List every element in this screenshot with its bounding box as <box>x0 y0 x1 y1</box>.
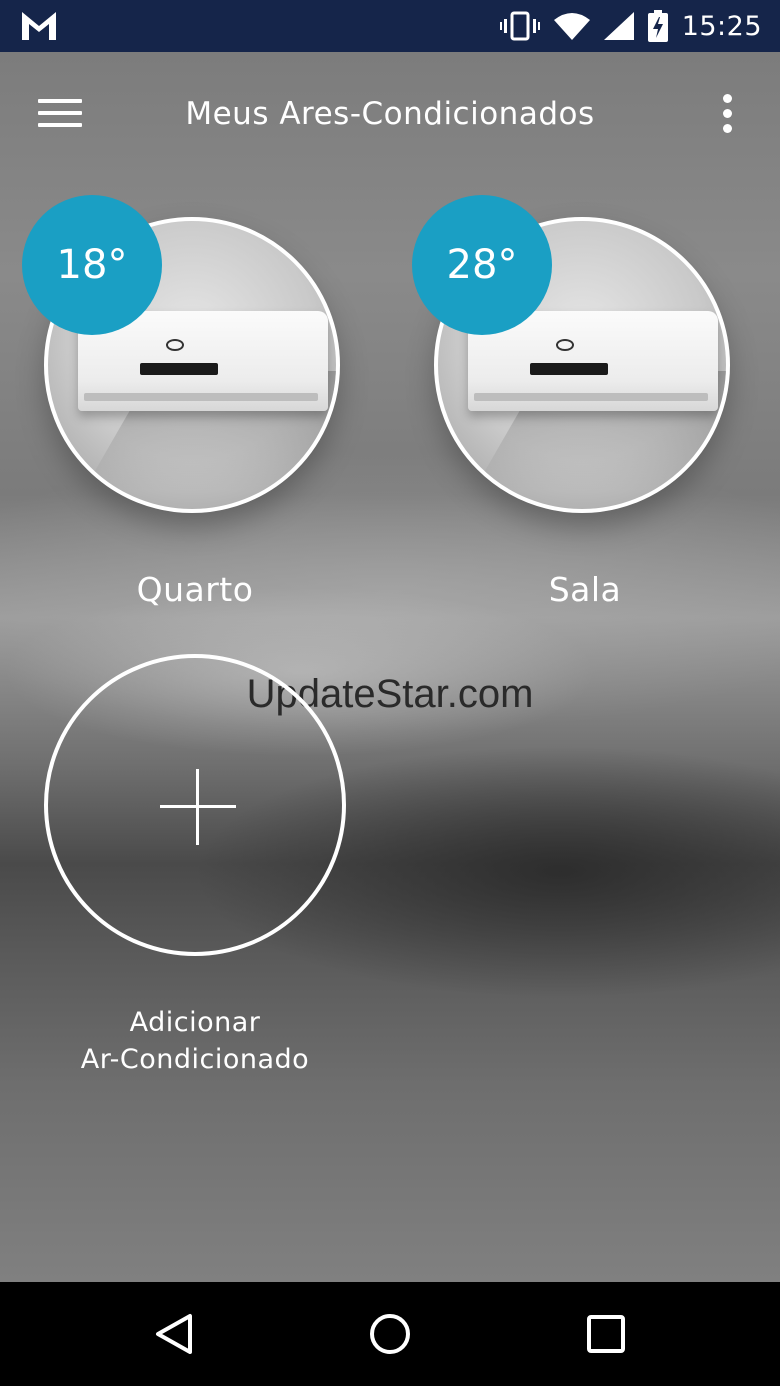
temperature-badge: 28° <box>412 195 552 335</box>
battery-charging-icon <box>647 10 668 42</box>
app-bar: Meus Ares-Condicionados <box>0 52 780 172</box>
temperature-badge: 18° <box>22 195 162 335</box>
device-card-sala[interactable]: 28° Sala <box>412 195 732 615</box>
back-button[interactable] <box>144 1304 204 1364</box>
wifi-icon <box>553 13 590 40</box>
status-bar: 15:25 <box>0 0 780 52</box>
recents-icon <box>587 1315 625 1353</box>
add-air-conditioner-label[interactable]: Adicionar Ar-Condicionado <box>0 1004 390 1078</box>
add-label-line1: Adicionar <box>129 1007 261 1038</box>
add-label-line2: Ar-Condicionado <box>80 1044 310 1075</box>
device-name: Quarto <box>136 570 254 609</box>
gmail-icon <box>22 12 56 40</box>
clock: 15:25 <box>681 10 762 42</box>
page-title: Meus Ares-Condicionados <box>185 96 595 132</box>
recents-button[interactable] <box>576 1304 636 1364</box>
vibrate-icon <box>499 11 540 41</box>
signal-icon <box>603 12 634 40</box>
device-card-quarto[interactable]: 18° Quarto <box>22 195 342 615</box>
home-button[interactable] <box>360 1304 420 1364</box>
more-options-button[interactable] <box>716 94 740 134</box>
back-icon <box>156 1314 192 1354</box>
home-icon <box>370 1314 410 1354</box>
navigation-bar <box>0 1282 780 1386</box>
device-name: Sala <box>548 570 622 609</box>
add-air-conditioner-button[interactable] <box>44 654 346 956</box>
